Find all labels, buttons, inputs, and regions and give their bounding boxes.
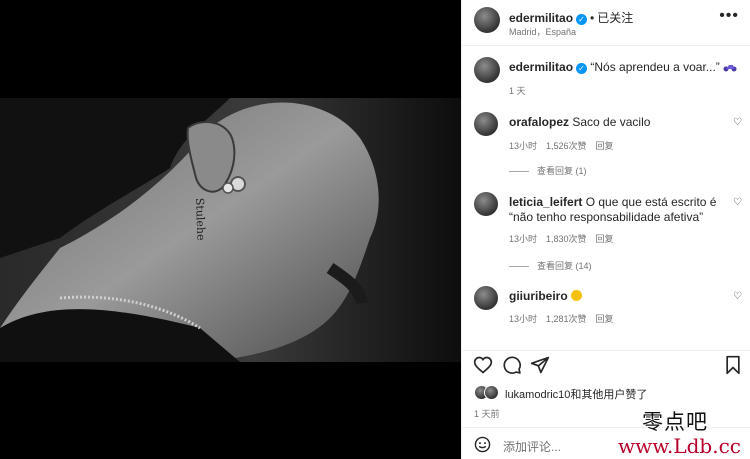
post-media: Stulehe — [0, 0, 461, 459]
action-bar — [462, 350, 750, 380]
motorcycle-icon — [723, 65, 737, 72]
heart-icon[interactable]: ♡ — [733, 197, 742, 208]
bookmark-icon[interactable] — [724, 355, 742, 375]
caption-time: 1 天 — [509, 86, 526, 96]
comment-likes[interactable]: 1,830次赞 — [546, 234, 587, 244]
more-icon[interactable]: ••• — [719, 7, 739, 25]
comment-icon[interactable] — [502, 355, 522, 375]
heart-icon[interactable]: ♡ — [733, 291, 742, 302]
view-replies-label: 查看回复 (1) — [537, 166, 587, 176]
watermark: 零点吧 www.Ldb.cc — [616, 406, 746, 458]
caption-author-avatar[interactable] — [474, 57, 500, 83]
header-line: edermilitao ✓ • 已关注 — [509, 9, 633, 26]
replies-line — [509, 266, 529, 268]
author-username[interactable]: edermilitao — [509, 11, 573, 25]
view-replies-button[interactable]: 查看回复 (1) — [509, 164, 587, 177]
comment-text: Saco de vacilo — [572, 115, 651, 129]
replies-line — [509, 171, 529, 173]
commenter-avatar[interactable] — [474, 192, 498, 216]
commenter-avatar[interactable] — [474, 112, 498, 136]
heart-icon[interactable]: ♡ — [733, 117, 742, 128]
comment-body: orafalopez Saco de vacilo — [509, 115, 729, 130]
liker-avatar[interactable] — [484, 385, 499, 400]
comment-meta: 13小时 1,281次赞 回复 — [509, 312, 623, 325]
caption-text-line: edermilitao ✓ “Nós aprendeu a voar...” — [509, 60, 737, 74]
comment-time: 13小时 — [509, 141, 538, 151]
verified-icon: ✓ — [576, 63, 588, 74]
watermark-line2: www.Ldb.cc — [618, 434, 741, 458]
heart-icon[interactable] — [473, 355, 493, 375]
comment-likes[interactable]: 1,526次赞 — [546, 141, 587, 151]
caption-username[interactable]: edermilitao — [509, 60, 573, 74]
view-replies-label: 查看回复 (14) — [537, 261, 592, 271]
view-replies-button[interactable]: 查看回复 (14) — [509, 259, 592, 272]
separator-dot: • — [590, 11, 595, 25]
verified-icon: ✓ — [576, 14, 588, 25]
commenter-avatar[interactable] — [474, 286, 498, 310]
crying-face-icon — [570, 290, 582, 301]
photo-illustration: Stulehe — [0, 98, 461, 362]
comment-username[interactable]: orafalopez — [509, 115, 569, 129]
comment-username[interactable]: giiuribeiro — [509, 289, 568, 303]
author-avatar[interactable] — [474, 7, 500, 33]
likes-text[interactable]: lukamodric10和其他用户赞了 — [505, 386, 647, 402]
post-location[interactable]: Madrid，España — [509, 25, 576, 38]
likes-row: lukamodric10和其他用户赞了 — [462, 382, 750, 404]
svg-text:Stulehe: Stulehe — [193, 198, 207, 241]
caption-text: “Nós aprendeu a voar...” — [590, 60, 720, 74]
comment-username[interactable]: leticia_leifert — [509, 195, 582, 209]
post-age: 1 天前 — [474, 409, 500, 419]
comment-input[interactable]: 添加评论... — [503, 438, 561, 455]
comment-time: 13小时 — [509, 314, 538, 324]
comment-time: 13小时 — [509, 234, 538, 244]
comment-meta: 13小时 1,526次赞 回复 — [509, 139, 623, 152]
share-icon[interactable] — [530, 355, 550, 375]
reply-button[interactable]: 回复 — [596, 314, 614, 324]
comment-body: giiuribeiro — [509, 289, 729, 304]
follow-status-button[interactable]: 已关注 — [597, 11, 633, 25]
post-header: edermilitao ✓ • 已关注 Madrid，España ••• — [462, 0, 750, 46]
reply-button[interactable]: 回复 — [596, 234, 614, 244]
comment-meta: 13小时 1,830次赞 回复 — [509, 232, 623, 245]
comment-body: leticia_leifert O que que está escrito é… — [509, 195, 729, 225]
comment-likes[interactable]: 1,281次赞 — [546, 314, 587, 324]
post-photo[interactable]: Stulehe — [0, 98, 461, 362]
reply-button[interactable]: 回复 — [596, 141, 614, 151]
watermark-line1: 零点吧 — [642, 410, 708, 434]
smile-icon[interactable] — [474, 436, 491, 453]
post-side-panel: edermilitao ✓ • 已关注 Madrid，España ••• ederm… — [461, 0, 750, 459]
